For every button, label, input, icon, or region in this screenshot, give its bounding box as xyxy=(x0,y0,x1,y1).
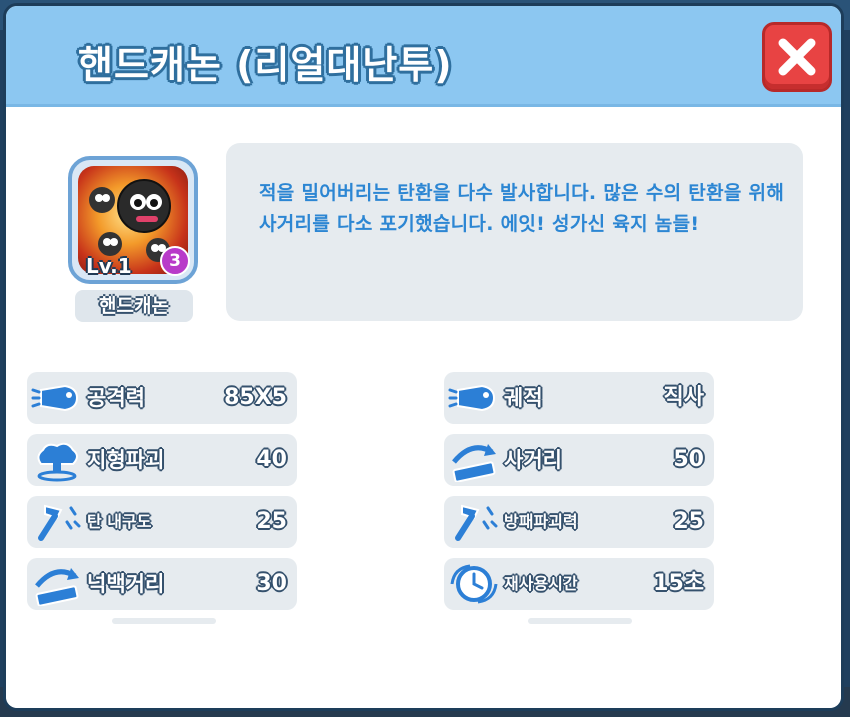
item-count-badge: 3 xyxy=(160,246,190,276)
close-button[interactable] xyxy=(762,22,832,92)
stat-value: 15초 xyxy=(653,571,704,596)
cooldown-clock-icon xyxy=(450,564,498,604)
stat-shield-break: 방패파괴력 25 xyxy=(444,496,714,548)
bullet-icon xyxy=(448,384,496,412)
stat-label: 방패파괴력 xyxy=(504,512,578,531)
stat-range: 사거리 50 xyxy=(444,434,714,486)
dialog-header: 핸드캐논 (리얼대난투) xyxy=(6,6,841,107)
stat-value: 25 xyxy=(673,509,704,534)
stat-label: 탄 내구도 xyxy=(87,512,152,531)
stat-trajectory: 궤적 직사 xyxy=(444,372,714,424)
ruler-arrow-icon xyxy=(452,444,496,482)
stat-label: 넉백거리 xyxy=(87,572,165,596)
stat-value: 40 xyxy=(256,447,287,472)
stat-bullet-durability: 탄 내구도 25 xyxy=(27,496,297,548)
explosion-icon xyxy=(37,442,78,482)
stat-value: 직사 xyxy=(663,385,704,410)
stat-value: 30 xyxy=(256,571,287,596)
dialog-title: 핸드캐논 (리얼대난투) xyxy=(78,43,453,87)
stat-label: 지형파괴 xyxy=(87,448,165,472)
description-box: 적을 밀어버리는 탄환을 다수 발사합니다. 많은 수의 탄환을 위해 사거리를… xyxy=(226,143,803,321)
stat-value: 50 xyxy=(673,447,704,472)
stat-value: 85X5 xyxy=(224,385,287,410)
item-level: Lv.1 xyxy=(86,254,132,278)
stat-label: 궤적 xyxy=(504,386,543,410)
hammer-icon xyxy=(38,504,81,541)
hammer-icon xyxy=(455,504,498,541)
right-list-indicator xyxy=(528,618,632,624)
stat-label: 재사용시간 xyxy=(504,574,578,593)
hand-cannon-icon: Lv.1 3 xyxy=(68,156,198,284)
item-name: 핸드캐논 xyxy=(75,290,193,322)
stat-label: 사거리 xyxy=(504,448,562,472)
stat-label: 공격력 xyxy=(87,386,145,410)
stat-value: 25 xyxy=(256,509,287,534)
left-list-indicator xyxy=(112,618,216,624)
close-x-icon xyxy=(778,38,816,76)
bullet-icon xyxy=(31,384,79,412)
stat-attack: 공격력 85X5 xyxy=(27,372,297,424)
description-text: 적을 밀어버리는 탄환을 다수 발사합니다. 많은 수의 탄환을 위해 사거리를… xyxy=(259,182,785,235)
stat-knockback: 넉백거리 30 xyxy=(27,558,297,610)
stat-cooldown: 재사용시간 15초 xyxy=(444,558,714,610)
stat-terrain-destruction: 지형파괴 40 xyxy=(27,434,297,486)
ruler-arrow-icon xyxy=(35,568,79,606)
